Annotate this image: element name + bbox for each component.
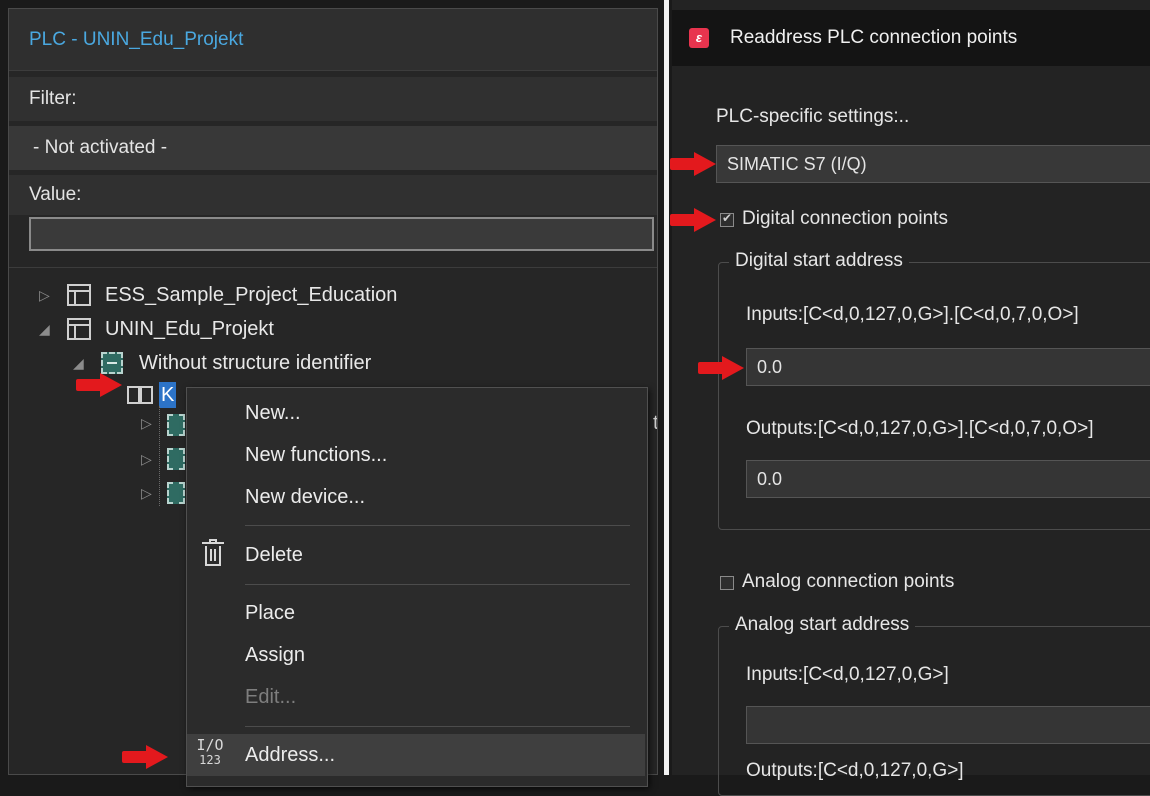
annotation-arrow-icon	[698, 356, 744, 380]
analog-connection-points-checkbox[interactable]: Analog connection points	[720, 571, 1120, 595]
trash-icon	[201, 534, 225, 576]
menu-item-address[interactable]: I/O 123 Address...	[187, 734, 645, 776]
menu-item-label: New device...	[245, 486, 366, 508]
tree-item-label: ESS_Sample_Project_Education	[105, 284, 398, 306]
value-label: Value:	[9, 175, 657, 215]
analog-outputs-label: Outputs:[C<d,0,127,0,G>]	[746, 760, 964, 781]
menu-item-delete[interactable]: Delete	[187, 534, 645, 576]
annotation-arrow-icon	[670, 208, 716, 232]
expand-icon[interactable]: ▷	[141, 478, 152, 508]
digital-connection-points-checkbox[interactable]: ✔ Digital connection points	[720, 208, 1120, 232]
structure-identifier-icon	[101, 352, 123, 374]
menu-item-new-device[interactable]: New device...	[187, 476, 645, 518]
annotation-arrow-icon	[122, 745, 168, 769]
structure-identifier-icon	[167, 482, 185, 504]
group-title: Digital start address	[729, 250, 909, 272]
tree-item-label: UNIN_Edu_Projekt	[105, 318, 274, 340]
value-input[interactable]	[29, 217, 654, 251]
structure-identifier-icon	[167, 448, 185, 470]
app-logo-icon: ε	[689, 28, 709, 48]
menu-item-assign[interactable]: Assign	[187, 634, 645, 676]
checkbox-checked[interactable]: ✔	[720, 211, 734, 227]
menu-separator	[245, 584, 630, 585]
menu-item-label: New functions...	[245, 444, 388, 466]
tree-item-unin-edu-projekt[interactable]: ◢ UNIN_Edu_Projekt	[39, 314, 459, 344]
tree-item-label: Without structure identifier	[139, 352, 372, 374]
tree-line	[159, 406, 160, 506]
filter-label: Filter:	[9, 77, 657, 121]
project-icon	[67, 284, 91, 306]
digital-outputs-label: Outputs:[C<d,0,127,0,G>].[C<d,0,7,0,O>]	[746, 418, 1094, 439]
digital-inputs-field[interactable]: 0.0	[746, 348, 1150, 386]
dialog-titlebar: ε Readdress PLC connection points	[672, 10, 1150, 66]
menu-item-label: Edit...	[245, 686, 297, 708]
group-title: Analog start address	[729, 614, 916, 636]
menu-item-new-functions[interactable]: New functions...	[187, 434, 645, 476]
dialog-title: Readdress PLC connection points	[730, 27, 1018, 48]
project-icon	[67, 318, 91, 340]
io-address-icon: I/O 123	[196, 736, 224, 768]
annotation-arrow-icon	[670, 152, 716, 176]
checkbox-label: Analog connection points	[742, 571, 955, 592]
annotation-arrow-icon	[76, 373, 122, 397]
context-menu: New... New functions... New device... De…	[186, 387, 648, 787]
tree-item-label: K	[159, 382, 177, 408]
tree-item-ess-sample-project[interactable]: ▷ ESS_Sample_Project_Education	[39, 280, 459, 310]
analog-inputs-label: Inputs:[C<d,0,127,0,G>]	[746, 664, 949, 685]
menu-item-label: Assign	[245, 644, 306, 666]
digital-inputs-label: Inputs:[C<d,0,127,0,G>].[C<d,0,7,0,O>]	[746, 304, 1079, 325]
menu-item-label: Address...	[245, 744, 336, 766]
window-divider	[664, 0, 669, 775]
expand-icon[interactable]: ▷	[39, 280, 50, 310]
checkbox-label: Digital connection points	[742, 208, 948, 229]
menu-separator	[245, 525, 630, 526]
tree-item-without-structure[interactable]: ◢ Without structure identifier	[73, 348, 493, 378]
plc-settings-label: PLC-specific settings:..	[716, 106, 910, 127]
readdress-dialog: ε Readdress PLC connection points PLC-sp…	[672, 0, 1150, 796]
panel-title: PLC - UNIN_Edu_Projekt	[9, 9, 657, 71]
menu-item-label: Place	[245, 602, 296, 624]
menu-item-edit[interactable]: Edit...	[187, 676, 645, 718]
analog-inputs-field[interactable]	[746, 706, 1150, 744]
collapse-icon[interactable]: ◢	[39, 314, 50, 344]
menu-item-place[interactable]: Place	[187, 592, 645, 634]
digital-outputs-field[interactable]: 0.0	[746, 460, 1150, 498]
book-icon	[127, 384, 157, 408]
expand-icon[interactable]: ▷	[141, 444, 152, 474]
menu-item-label: Delete	[245, 544, 303, 566]
hidden-label-fragment: t	[653, 412, 657, 435]
expand-icon[interactable]: ▷	[141, 408, 152, 438]
checkbox-unchecked[interactable]	[720, 576, 734, 590]
menu-separator	[245, 726, 630, 727]
menu-item-label: New...	[245, 402, 301, 424]
plc-settings-select[interactable]: SIMATIC S7 (I/Q)	[716, 145, 1150, 183]
filter-select[interactable]: - Not activated -	[9, 126, 657, 170]
structure-identifier-icon	[167, 414, 185, 436]
menu-item-new[interactable]: New...	[187, 392, 645, 434]
